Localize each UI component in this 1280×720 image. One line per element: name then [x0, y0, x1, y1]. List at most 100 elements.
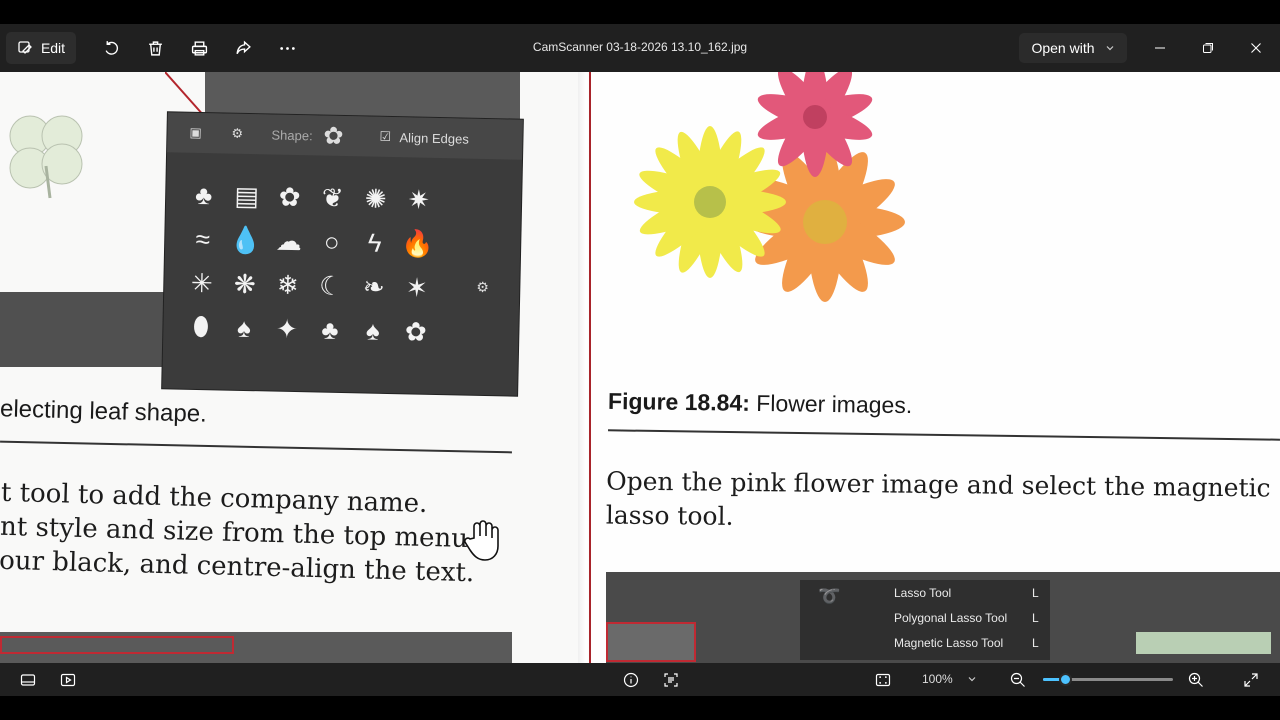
shape-thumbnail: ☁	[275, 225, 303, 256]
bottom-left-screenshot	[0, 632, 512, 663]
align-edges-label: Align Edges	[399, 130, 469, 147]
shape-tool-icon: ▣	[189, 124, 202, 141]
gear-icon: ⚙	[231, 125, 244, 141]
shape-thumbnail: ✳	[190, 267, 214, 298]
shape-thumbnail: ❋	[233, 268, 257, 299]
chevron-down-icon	[1106, 46, 1113, 51]
more-dots-icon	[279, 46, 295, 50]
lasso-shortcut: L	[1032, 611, 1039, 625]
share-button[interactable]	[231, 36, 255, 60]
shape-thumbnail: 💧	[229, 224, 263, 255]
restore-icon	[1203, 43, 1213, 53]
minimize-icon	[1155, 47, 1165, 49]
shape-thumbnail: ▤	[234, 180, 260, 211]
shape-thumbnail: ✷	[407, 183, 430, 215]
chevron-down-icon	[968, 677, 976, 682]
fit-window-icon	[875, 673, 891, 687]
lasso-shortcut: L	[1032, 636, 1039, 650]
lasso-option: Magnetic Lasso Tool	[894, 636, 1004, 650]
panel-gear-icon: ⚙	[476, 278, 490, 296]
photo-viewport[interactable]: ▣ ⚙ Shape: ✿ ☑ Align Edges ♣ ▤ ✿ ❦ ✺ ✷ ≈ 💧 ☁ ○ ϟ 🔥 ✳…	[0, 72, 1280, 663]
lasso-option: Polygonal Lasso Tool	[894, 611, 1008, 625]
shape-thumbnail: ϟ	[367, 227, 382, 258]
clover-shape-image	[9, 115, 83, 199]
right-caption-rule	[608, 429, 1280, 441]
slideshow-button[interactable]	[58, 670, 78, 690]
full-screen-button[interactable]	[1241, 670, 1261, 690]
lasso-tool-menu: ➰ Lasso Tool Polygonal Lasso Tool Magnet…	[800, 580, 1050, 660]
shape-grid: ♣ ▤ ✿ ❦ ✺ ✷ ≈ 💧 ☁ ○ ϟ 🔥 ✳ ❋ ❄ ☾ ❧ ✶ ⬮ ♠ ✦ ♣ ♠ ✿	[179, 173, 441, 354]
shape-thumbnail: ✿	[404, 315, 428, 347]
checkbox-icon: ☑	[379, 128, 392, 144]
zoom-in-icon	[1188, 672, 1203, 687]
shape-thumbnail: ≈	[195, 223, 211, 254]
right-figure-caption: Figure 18.84: Flower images.	[608, 388, 913, 419]
shape-thumbnail: ❦	[321, 182, 344, 213]
lasso-option: Lasso Tool	[894, 586, 952, 600]
shape-thumbnail: ✦	[275, 313, 299, 344]
shape-thumbnail: ♣	[194, 179, 213, 210]
shape-thumbnail: ✺	[364, 182, 387, 214]
fit-to-window-button[interactable]	[873, 670, 893, 690]
close-button[interactable]	[1244, 36, 1268, 60]
filmstrip-button[interactable]	[18, 670, 38, 690]
minimize-button[interactable]	[1148, 36, 1172, 60]
zoom-out-button[interactable]	[1008, 670, 1028, 690]
bottom-letterbox	[0, 696, 1280, 720]
delete-button[interactable]	[143, 36, 167, 60]
flower-images	[634, 72, 905, 302]
edit-label: Edit	[40, 40, 66, 56]
filmstrip-icon	[20, 674, 36, 686]
shape-options-bar: ▣ ⚙ Shape: ✿ ☑ Align Edges	[167, 112, 523, 160]
shape-thumbnail: ❧	[362, 270, 386, 302]
zoom-slider[interactable]	[1043, 673, 1173, 686]
figure-number: Figure 18.84:	[607, 387, 751, 416]
zoom-level-dropdown[interactable]: 100%	[910, 668, 992, 690]
edit-button[interactable]: Edit	[6, 32, 76, 64]
zoom-in-button[interactable]	[1186, 670, 1206, 690]
close-icon	[1251, 43, 1261, 53]
more-options-button[interactable]	[275, 36, 299, 60]
printer-icon	[191, 40, 207, 56]
left-caption-rule	[0, 440, 512, 454]
expand-icon	[1244, 673, 1258, 687]
shape-thumbnail: ❄	[276, 269, 300, 300]
open-with-button[interactable]: Open with	[1019, 33, 1127, 63]
shape-picker-panel: ▣ ⚙ Shape: ✿ ☑ Align Edges ♣ ▤ ✿ ❦ ✺ ✷ ≈ 💧 ☁ ○ ϟ 🔥 ✳…	[162, 112, 523, 396]
print-button[interactable]	[187, 36, 211, 60]
left-body-text: t tool to add the company name. nt style…	[0, 476, 478, 590]
shape-thumbnail: ♣	[321, 314, 339, 345]
left-book-page: ▣ ⚙ Shape: ✿ ☑ Align Edges ♣ ▤ ✿ ❦ ✺ ✷ ≈ 💧 ☁ ○ ϟ 🔥 ✳…	[0, 72, 584, 663]
text-extract-button[interactable]	[661, 670, 681, 690]
shape-thumbnail: ☾	[318, 270, 343, 301]
shape-thumbnail: ✿	[278, 181, 301, 212]
zoom-out-icon	[1010, 672, 1025, 687]
left-figure-caption: electing leaf shape.	[0, 395, 208, 428]
shape-thumbnail: ✶	[405, 271, 429, 303]
page-red-margin-line	[589, 72, 591, 663]
edit-image-icon	[18, 41, 32, 54]
shape-thumbnail: ⬮	[192, 310, 210, 342]
rotate-icon	[105, 40, 118, 55]
lasso-tool-icon: ➰	[818, 586, 841, 606]
status-bar: 100%	[0, 663, 1280, 696]
trash-icon	[148, 40, 162, 56]
title-bar: Edit CamScanner 03-18-2026 13.10_162.jpg…	[0, 24, 1280, 72]
right-body-line: lasso tool.	[605, 500, 734, 531]
hand-cursor-icon	[464, 520, 499, 561]
right-body-text: Open the pink flower image and select th…	[606, 465, 1271, 540]
screenshot-lower-left	[0, 292, 170, 367]
restore-button[interactable]	[1196, 36, 1220, 60]
open-with-label: Open with	[1031, 40, 1095, 56]
zoom-slider-thumb[interactable]	[1059, 673, 1073, 686]
info-icon	[623, 672, 639, 688]
rotate-button[interactable]	[99, 36, 123, 60]
share-icon	[235, 40, 251, 54]
selected-shape-icon: ✿	[323, 122, 344, 150]
figure-title: Flower images.	[749, 389, 913, 419]
lasso-shortcut: L	[1032, 586, 1039, 600]
shape-label: Shape:	[271, 127, 313, 144]
shape-thumbnail: ♠	[365, 315, 381, 346]
shape-thumbnail: 🔥	[401, 227, 435, 259]
file-info-button[interactable]	[621, 670, 641, 690]
